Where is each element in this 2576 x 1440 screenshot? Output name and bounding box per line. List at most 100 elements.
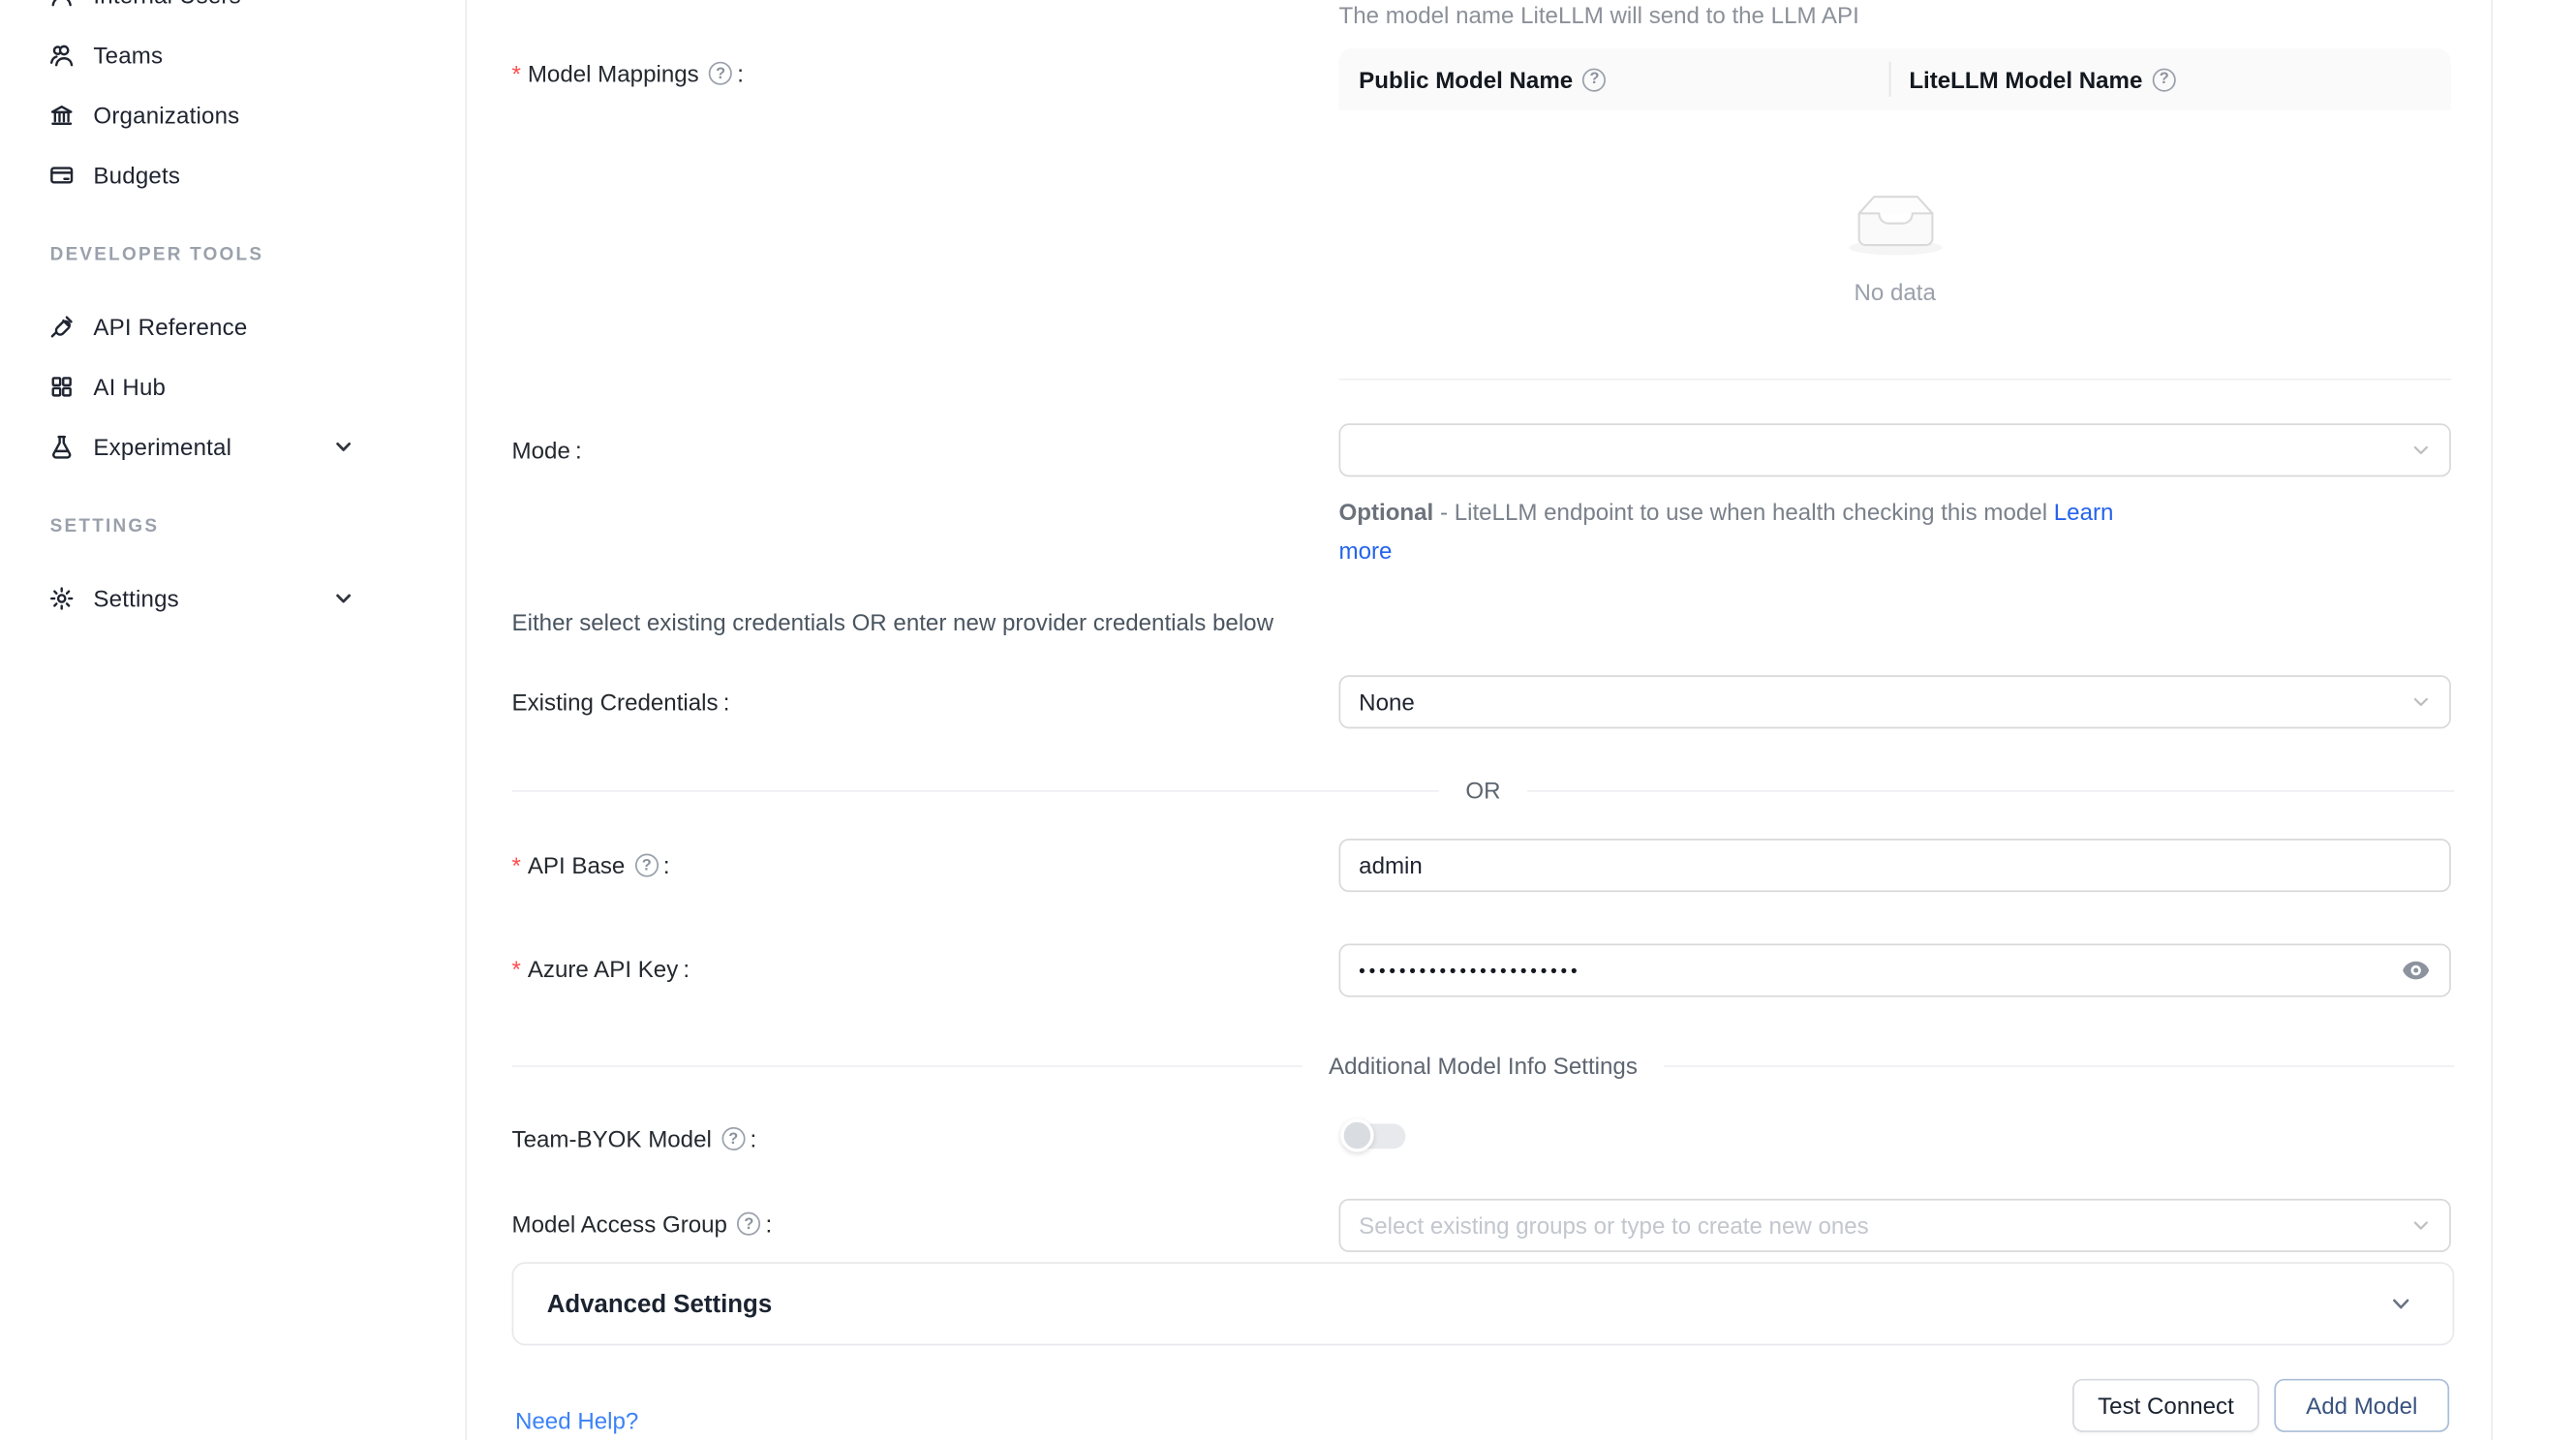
sidebar-item-label: Budgets: [93, 162, 180, 189]
add-model-page: Internal Users Teams Organizations Budge…: [0, 0, 2576, 1440]
sidebar-item-experimental[interactable]: Experimental: [0, 416, 465, 476]
need-help-link[interactable]: Need Help?: [515, 1407, 638, 1434]
field-label: Team-BYOK Model: [512, 1125, 712, 1152]
table-empty-state: No data: [1339, 110, 2451, 381]
sidebar-item-label: AI Hub: [93, 374, 166, 401]
field-label: Mode: [512, 437, 570, 464]
empty-state-text: No data: [1854, 279, 1935, 306]
select-placeholder: Select existing groups or type to create…: [1359, 1212, 1869, 1240]
sidebar-item-internal-users[interactable]: Internal Users: [0, 0, 465, 25]
sidebar-section-settings: SETTINGS: [50, 517, 466, 537]
label-colon: :: [683, 956, 690, 983]
field-label: Model Mappings: [528, 60, 699, 87]
model-mappings-table: Public Model Name ? LiteLLM Model Name ?…: [1339, 48, 2451, 381]
api-base-input[interactable]: admin: [1339, 839, 2451, 892]
existing-credentials-select[interactable]: None: [1339, 675, 2451, 728]
azure-api-key-input[interactable]: ••••••••••••••••••••••: [1339, 943, 2451, 996]
field-label: Azure API Key: [528, 956, 678, 983]
add-model-button[interactable]: Add Model: [2274, 1379, 2449, 1432]
advanced-settings-panel[interactable]: Advanced Settings: [512, 1262, 2455, 1345]
user-icon: [48, 0, 76, 9]
label-colon: :: [750, 1125, 756, 1152]
api-base-label: * API Base ? :: [512, 848, 670, 881]
help-glyph: ?: [642, 856, 652, 874]
empty-box-icon: [1842, 183, 1948, 264]
sidebar-section-developer-tools: DEVELOPER TOOLS: [50, 245, 466, 265]
sidebar-item-label: API Reference: [93, 314, 247, 341]
model-access-group-select[interactable]: Select existing groups or type to create…: [1339, 1199, 2451, 1252]
grid-icon: [48, 374, 76, 401]
gear-icon: [48, 585, 76, 612]
field-label: API Base: [528, 852, 626, 879]
sidebar-item-settings[interactable]: Settings: [0, 568, 465, 628]
sidebar-item-organizations[interactable]: Organizations: [0, 85, 465, 145]
credentials-note: Either select existing credentials OR en…: [512, 608, 1273, 635]
required-asterisk: *: [512, 852, 521, 879]
help-bold: Optional: [1339, 499, 1434, 526]
toggle-knob: [1340, 1118, 1373, 1151]
help-body: - LiteLLM endpoint to use when health ch…: [1433, 499, 2053, 526]
advanced-settings-title: Advanced Settings: [547, 1290, 772, 1318]
mode-select[interactable]: [1339, 423, 2451, 476]
field-label: Model Access Group: [512, 1210, 727, 1238]
eye-icon[interactable]: [2401, 956, 2431, 986]
model-name-hint: The model name LiteLLM will send to the …: [1339, 2, 1859, 29]
help-icon[interactable]: ?: [1582, 68, 1606, 91]
sidebar: Internal Users Teams Organizations Budge…: [0, 0, 467, 1440]
divider-text: OR: [1439, 777, 1527, 804]
model-mappings-label: * Model Mappings ? :: [512, 57, 744, 90]
chevron-down-icon: [2411, 691, 2432, 712]
column-header-public-model-name: Public Model Name ?: [1339, 48, 1889, 110]
sidebar-item-ai-hub[interactable]: AI Hub: [0, 356, 465, 416]
sidebar-item-label: Organizations: [93, 102, 239, 129]
chevron-down-icon: [2411, 1215, 2432, 1236]
mode-label: Mode :: [512, 434, 582, 467]
help-icon[interactable]: ?: [709, 62, 732, 85]
help-glyph: ?: [1590, 70, 1600, 88]
help-icon[interactable]: ?: [721, 1127, 745, 1150]
help-glyph: ?: [728, 1129, 738, 1148]
label-colon: :: [575, 437, 582, 464]
table-header-row: Public Model Name ? LiteLLM Model Name ?: [1339, 48, 2451, 110]
input-value: admin: [1359, 852, 1423, 879]
chevron-down-icon: [333, 589, 353, 609]
test-connect-button[interactable]: Test Connect: [2072, 1379, 2259, 1432]
column-header-label: Public Model Name: [1359, 66, 1573, 93]
help-glyph: ?: [716, 64, 725, 82]
sidebar-item-label: Internal Users: [93, 0, 240, 9]
required-asterisk: *: [512, 956, 521, 983]
teams-icon: [48, 42, 76, 69]
existing-credentials-label: Existing Credentials :: [512, 686, 730, 719]
help-icon[interactable]: ?: [2153, 68, 2176, 91]
add-model-form: The model name LiteLLM will send to the …: [467, 0, 2493, 1440]
sidebar-item-api-reference[interactable]: API Reference: [0, 296, 465, 356]
sidebar-item-budgets[interactable]: Budgets: [0, 145, 465, 205]
additional-info-divider: Additional Model Info Settings: [512, 1049, 2455, 1082]
team-byok-label: Team-BYOK Model ? :: [512, 1122, 757, 1155]
credit-card-icon: [48, 162, 76, 189]
bank-icon: [48, 102, 76, 129]
label-colon: :: [663, 852, 670, 879]
divider-text: Additional Model Info Settings: [1302, 1052, 1664, 1079]
column-header-label: LiteLLM Model Name: [1909, 66, 2142, 93]
model-access-group-label: Model Access Group ? :: [512, 1207, 773, 1240]
label-colon: :: [737, 60, 744, 87]
chevron-down-icon: [2411, 441, 2432, 461]
help-icon[interactable]: ?: [737, 1212, 760, 1236]
required-asterisk: *: [512, 60, 521, 87]
or-divider: OR: [512, 774, 2455, 807]
column-header-litellm-model-name: LiteLLM Model Name ?: [1889, 48, 2451, 110]
field-label: Existing Credentials: [512, 689, 719, 716]
mode-help-text: Optional - LiteLLM endpoint to use when …: [1339, 494, 2143, 570]
help-icon[interactable]: ?: [635, 854, 659, 877]
team-byok-toggle[interactable]: [1340, 1118, 1410, 1154]
flask-icon: [48, 434, 76, 461]
help-glyph: ?: [744, 1214, 753, 1233]
help-glyph: ?: [2160, 70, 2169, 88]
azure-api-key-label: * Azure API Key :: [512, 952, 690, 985]
sidebar-item-teams[interactable]: Teams: [0, 25, 465, 85]
label-colon: :: [723, 689, 730, 716]
sidebar-item-label: Settings: [93, 585, 178, 612]
password-value: ••••••••••••••••••••••: [1359, 962, 1580, 982]
select-value: None: [1359, 689, 1415, 716]
